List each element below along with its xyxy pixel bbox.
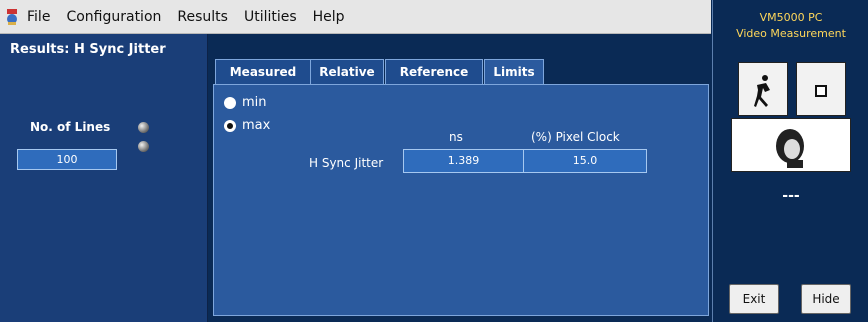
app-icon[interactable] xyxy=(5,8,19,26)
menu-file[interactable]: File xyxy=(27,9,50,25)
hide-button[interactable]: Hide xyxy=(801,284,851,314)
menu-bar: File Configuration Results Utilities Hel… xyxy=(0,0,711,34)
value-pixel-clock: 15.0 xyxy=(523,149,647,173)
menu-help[interactable]: Help xyxy=(313,9,345,25)
stop-button[interactable] xyxy=(796,62,846,116)
header-ns: ns xyxy=(449,130,463,144)
left-panel: Results: H Sync Jitter No. of Lines 100 xyxy=(0,34,208,322)
brand-line-1: VM5000 PC xyxy=(759,11,823,24)
lines-input[interactable]: 100 xyxy=(17,149,117,170)
right-panel: VM5000 PC Video Measurement --- Exit Hid… xyxy=(712,0,868,322)
tab-limits[interactable]: Limits xyxy=(484,59,544,85)
menu-utilities[interactable]: Utilities xyxy=(244,9,297,25)
face-image-icon xyxy=(776,129,804,168)
brand-label: VM5000 PC Video Measurement xyxy=(713,10,868,42)
page-title: Results: H Sync Jitter xyxy=(10,42,166,57)
menu-results[interactable]: Results xyxy=(177,9,228,25)
radio-max-label: max xyxy=(242,118,271,133)
knob-icon[interactable] xyxy=(138,122,149,133)
run-icon xyxy=(754,75,770,107)
knob-icon[interactable] xyxy=(138,141,149,152)
row-label: H Sync Jitter xyxy=(309,156,384,170)
lines-label: No. of Lines xyxy=(30,120,111,134)
video-preview xyxy=(731,118,851,172)
exit-button[interactable]: Exit xyxy=(729,284,779,314)
radio-max-dot[interactable] xyxy=(224,119,236,132)
radio-max[interactable]: max xyxy=(224,118,270,133)
run-button[interactable] xyxy=(738,62,788,116)
tab-measured[interactable]: Measured xyxy=(215,59,311,84)
radio-min[interactable]: min xyxy=(224,95,267,110)
radio-min-dot[interactable] xyxy=(224,96,236,109)
results-panel: min max ns (%) Pixel Clock H Sync Jitter… xyxy=(213,84,709,316)
tab-reference[interactable]: Reference xyxy=(385,59,483,84)
menu-configuration[interactable]: Configuration xyxy=(66,9,161,25)
status-text: --- xyxy=(782,188,800,204)
radio-min-label: min xyxy=(242,95,267,110)
stop-icon xyxy=(815,85,827,97)
tab-relative[interactable]: Relative xyxy=(310,59,384,84)
value-ns: 1.389 xyxy=(403,149,524,173)
brand-line-2: Video Measurement xyxy=(736,27,846,40)
header-pixel-clock: (%) Pixel Clock xyxy=(531,130,620,144)
